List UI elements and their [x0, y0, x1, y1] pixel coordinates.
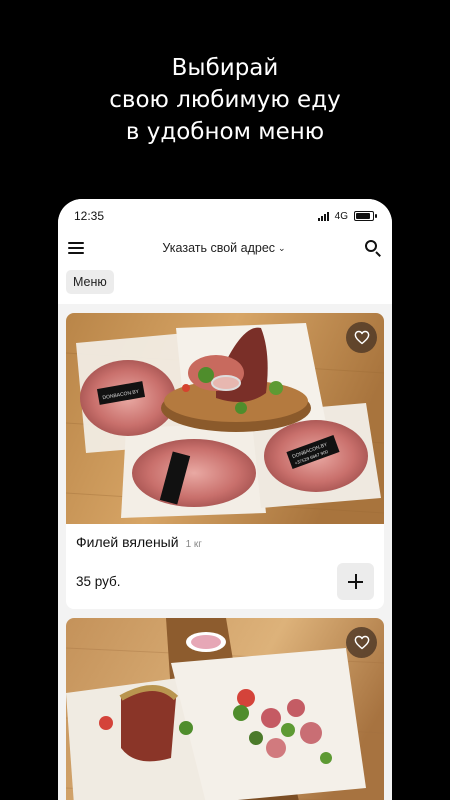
promo-line-3: в удобном меню [125, 119, 325, 145]
product-card[interactable]: DONBACON.BY DONBACON.BY +37529 6667 900 … [66, 313, 384, 609]
product-weight: 1 кг [185, 539, 202, 550]
category-tabs: Меню [58, 263, 392, 304]
product-image[interactable] [66, 618, 384, 800]
product-card[interactable] [66, 618, 384, 800]
product-info: Филей вяленый 1 кг 35 руб. [66, 524, 384, 600]
favorite-button[interactable] [346, 627, 377, 658]
promo-headline: Выбирай свою любимую еду в удобном меню [0, 52, 450, 148]
product-price: 35 руб. [76, 574, 121, 589]
status-time: 12:35 [74, 209, 105, 223]
promo-line-1: Выбирай [171, 55, 279, 81]
app-bar: Указать свой адрес ⌄ [58, 233, 392, 263]
heart-outline-icon [354, 330, 369, 345]
heart-outline-icon [354, 635, 369, 650]
add-to-cart-button[interactable] [337, 563, 374, 600]
product-name: Филей вяленый [76, 534, 179, 550]
product-image[interactable]: DONBACON.BY DONBACON.BY +37529 6667 900 [66, 313, 384, 524]
phone-frame: 12:35 4G Указать свой адрес ⌄ Меню DONBA… [58, 199, 392, 800]
tab-menu[interactable]: Меню [66, 270, 114, 294]
network-type: 4G [334, 210, 348, 222]
hamburger-icon[interactable] [68, 242, 84, 254]
address-label: Указать свой адрес [162, 241, 276, 255]
battery-icon [354, 211, 377, 221]
search-icon[interactable] [364, 239, 382, 257]
favorite-button[interactable] [346, 322, 377, 353]
signal-icon [317, 211, 329, 221]
chevron-down-icon: ⌄ [278, 242, 286, 253]
address-selector[interactable]: Указать свой адрес ⌄ [162, 241, 285, 255]
status-indicators: 4G [317, 210, 377, 222]
status-bar: 12:35 4G [58, 199, 392, 233]
promo-line-2: свою любимую еду [109, 87, 341, 113]
